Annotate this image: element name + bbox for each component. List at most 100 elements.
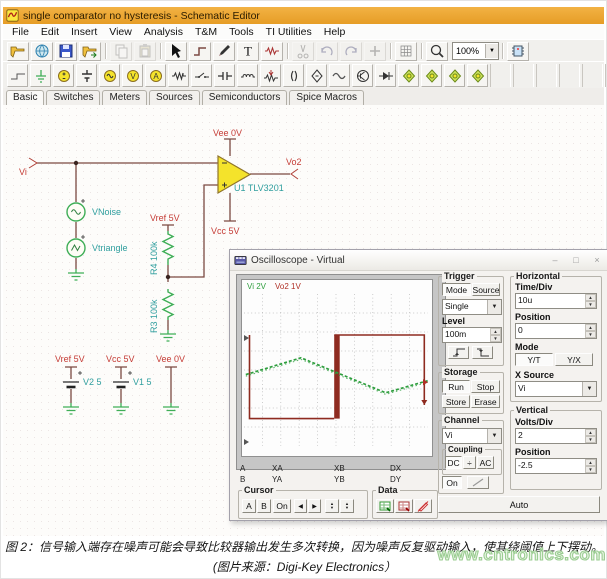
tab-sources[interactable]: Sources [149, 90, 200, 105]
copy-icon[interactable] [110, 42, 132, 61]
trigger-mode-button[interactable]: Mode [442, 283, 471, 296]
h-position-spinner[interactable]: 0 ▲▼ [515, 323, 597, 339]
net-label-vi[interactable]: Vi [19, 167, 27, 177]
grid-icon[interactable] [395, 42, 417, 61]
zoom-in-icon[interactable] [364, 42, 386, 61]
title-bar[interactable]: single comparator no hysteresis - Schema… [3, 7, 604, 24]
data-edit-icon[interactable] [414, 499, 432, 513]
cut-icon[interactable] [292, 42, 314, 61]
globe-icon[interactable] [31, 42, 53, 61]
jumper-icon[interactable] [7, 64, 28, 87]
trigger-mode-select[interactable]: Single ▼ [442, 299, 502, 315]
spinner-buttons[interactable]: ▲▼ [585, 429, 596, 443]
menu-tiutilities[interactable]: TI Utilities [260, 26, 318, 38]
maximize-button[interactable]: □ [569, 254, 583, 266]
chevron-down-icon[interactable]: ▼ [485, 44, 498, 58]
menu-view[interactable]: View [103, 26, 138, 38]
mode-yt-button[interactable]: Y/T [515, 353, 553, 366]
save-icon[interactable] [55, 42, 77, 61]
wave-source-icon[interactable] [329, 64, 350, 87]
trigger-level-spinner[interactable]: 100m ▲▼ [442, 327, 502, 343]
open-icon[interactable] [7, 42, 29, 61]
part-label-u1[interactable]: U1 TLV3201 [234, 183, 284, 193]
menu-tools[interactable]: Tools [223, 26, 260, 38]
wire-icon[interactable] [189, 42, 211, 61]
redo-icon[interactable] [340, 42, 362, 61]
voltmeter-icon[interactable]: V [122, 64, 143, 87]
part-label-r4[interactable]: R4 100k [149, 231, 159, 275]
part-label-v1[interactable]: V1 5 [133, 377, 152, 387]
inductor-icon[interactable] [237, 64, 258, 87]
macro-1-icon[interactable] [398, 64, 419, 87]
channel-select[interactable]: Vi ▼ [442, 428, 502, 444]
auto-button[interactable]: Auto [438, 496, 600, 513]
transformer-icon[interactable] [283, 64, 304, 87]
net-label-vcc-bot[interactable]: Vcc 5V [106, 354, 135, 364]
menu-insert[interactable]: Insert [65, 26, 103, 38]
menu-tm[interactable]: T&M [189, 26, 223, 38]
oscilloscope-window[interactable]: Oscilloscope - Virtual – □ × Vi 2V Vo2 1… [229, 249, 607, 521]
cursor-b-button[interactable]: B [257, 499, 271, 513]
controlled-source-icon[interactable] [306, 64, 327, 87]
voltage-source-icon[interactable] [53, 64, 74, 87]
oscilloscope-title-bar[interactable]: Oscilloscope - Virtual – □ × [230, 250, 607, 271]
menu-edit[interactable]: Edit [35, 26, 65, 38]
menu-analysis[interactable]: Analysis [138, 26, 189, 38]
potentiometer-icon[interactable] [260, 64, 281, 87]
import-icon[interactable] [79, 42, 101, 61]
diode-icon[interactable] [375, 64, 396, 87]
trigger-source-button[interactable]: Source [472, 283, 500, 296]
v-position-spinner[interactable]: -2.5 ▲▼ [515, 458, 597, 474]
storage-stop-button[interactable]: Stop [471, 380, 500, 393]
tab-semiconductors[interactable]: Semiconductors [202, 90, 288, 105]
spinner-buttons[interactable]: ▲▼ [490, 328, 501, 342]
resistor-icon[interactable] [168, 64, 189, 87]
macro-2-icon[interactable] [421, 64, 442, 87]
storage-run-button[interactable]: Run [442, 380, 470, 393]
cursor-on-button[interactable]: On [273, 499, 291, 513]
tab-switches[interactable]: Switches [46, 90, 100, 105]
cursor-up-down-b-icon[interactable]: ▲▼ [340, 499, 354, 513]
magnifier-icon[interactable] [426, 42, 448, 61]
voltsdiv-spinner[interactable]: 2 ▲▼ [515, 428, 597, 444]
spinner-buttons[interactable]: ▲▼ [585, 459, 596, 473]
net-label-vee-bot[interactable]: Vee 0V [156, 354, 185, 364]
paste-icon[interactable] [134, 42, 156, 61]
component-icon[interactable] [261, 42, 283, 61]
tab-basic[interactable]: Basic [6, 90, 44, 105]
cursor-right-icon[interactable]: ▶ [308, 499, 321, 513]
tab-spice-macros[interactable]: Spice Macros [289, 90, 364, 105]
macro-3-icon[interactable] [444, 64, 465, 87]
net-label-vcc-mid[interactable]: Vcc 5V [211, 226, 240, 236]
pin-icon[interactable] [507, 42, 529, 61]
timediv-spinner[interactable]: 10u ▲▼ [515, 293, 597, 309]
net-label-vee-top[interactable]: Vee 0V [213, 128, 242, 138]
coupling-dc-button[interactable]: DC [445, 456, 462, 469]
mode-yx-button[interactable]: Y/X [555, 353, 593, 366]
coupling-ground-button[interactable]: ÷ [463, 456, 476, 469]
spinner-buttons[interactable]: ▲▼ [585, 294, 596, 308]
trigger-rising-edge-icon[interactable] [448, 346, 469, 359]
cursor-a-button[interactable]: A [242, 499, 256, 513]
part-label-v2[interactable]: V2 5 [83, 377, 102, 387]
menu-file[interactable]: File [6, 26, 35, 38]
chevron-down-icon[interactable]: ▼ [582, 382, 596, 396]
storage-erase-button[interactable]: Erase [471, 395, 500, 408]
chevron-down-icon[interactable]: ▼ [487, 429, 501, 443]
channel-slope-icon[interactable] [467, 476, 489, 489]
generator-icon[interactable] [99, 64, 120, 87]
select-icon[interactable] [165, 42, 187, 61]
trigger-falling-edge-icon[interactable] [472, 346, 493, 359]
menu-help[interactable]: Help [318, 26, 352, 38]
storage-store-button[interactable]: Store [442, 395, 470, 408]
pen-icon[interactable] [213, 42, 235, 61]
minimize-button[interactable]: – [548, 254, 562, 266]
xsource-select[interactable]: Vi ▼ [515, 381, 597, 397]
cursor-left-icon[interactable]: ◀ [294, 499, 307, 513]
net-label-vref-bot[interactable]: Vref 5V [55, 354, 85, 364]
zoom-level-dropdown[interactable]: 100% ▼ [452, 42, 499, 60]
data-copy-icon[interactable] [395, 499, 413, 513]
part-label-r3[interactable]: R3 100k [149, 289, 159, 333]
text-icon[interactable]: T [237, 42, 259, 61]
macro-4-icon[interactable] [467, 64, 488, 87]
